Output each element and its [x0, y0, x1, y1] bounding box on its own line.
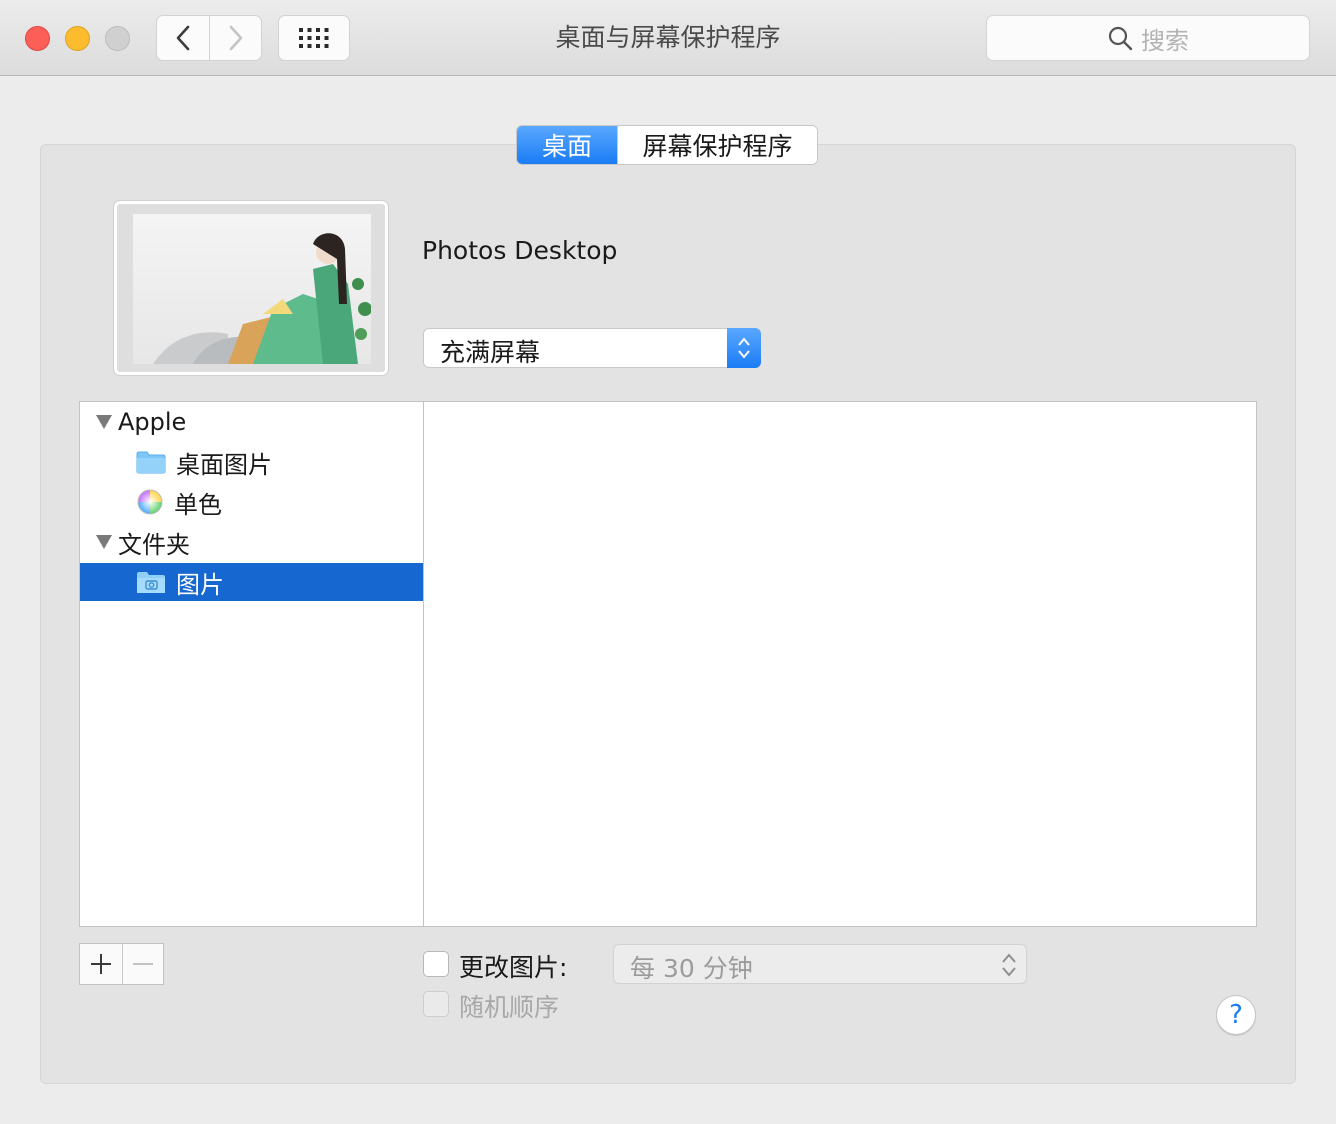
source-list: Apple 桌面图片 单色 文件夹 图片: [79, 401, 424, 927]
search-field[interactable]: 搜索: [986, 15, 1310, 61]
sidebar-group-apple[interactable]: Apple: [80, 403, 423, 441]
disclosure-triangle-icon[interactable]: [96, 535, 112, 549]
picture-name: Photos Desktop: [422, 236, 618, 265]
show-all-button[interactable]: [278, 15, 350, 61]
sidebar-item-label: 桌面图片: [176, 450, 272, 479]
plus-icon: [90, 954, 111, 974]
sidebar-item-label: 单色: [174, 490, 222, 519]
tab-screensaver[interactable]: 屏幕保护程序: [617, 126, 817, 164]
grid-icon: [299, 28, 329, 48]
interval-value: 每 30 分钟: [630, 954, 753, 983]
photos-folder-icon: [136, 570, 166, 594]
fit-mode-value: 充满屏幕: [440, 338, 541, 367]
color-wheel-icon: [136, 488, 164, 516]
forward-button[interactable]: [210, 15, 262, 61]
add-folder-button[interactable]: [80, 944, 122, 984]
interval-popup[interactable]: 每 30 分钟: [613, 944, 1027, 984]
magnifier-icon: [1108, 26, 1133, 51]
sidebar-item-pictures[interactable]: 图片: [80, 563, 423, 601]
chevron-left-icon: [176, 25, 190, 51]
sidebar-item-desktop-pictures[interactable]: 桌面图片: [80, 443, 423, 481]
search-placeholder: 搜索: [1141, 26, 1189, 55]
popup-arrows-icon: [1002, 953, 1016, 977]
folder-icon: [136, 450, 166, 474]
sidebar-item-label: 图片: [176, 570, 224, 599]
close-button[interactable]: [25, 26, 50, 51]
popup-arrows-icon: [727, 328, 761, 368]
window-title: 桌面与屏幕保护程序: [555, 23, 781, 52]
disclosure-triangle-icon[interactable]: [96, 415, 112, 429]
help-button[interactable]: ?: [1216, 995, 1256, 1035]
change-picture-label: 更改图片:: [459, 953, 568, 982]
tab-bar: 桌面 屏幕保护程序: [516, 125, 818, 165]
add-remove-control: [79, 943, 164, 985]
back-button[interactable]: [156, 15, 210, 61]
minimize-button[interactable]: [65, 26, 90, 51]
current-desktop-preview: [114, 201, 388, 375]
picture-grid[interactable]: [423, 401, 1257, 927]
sidebar-item-solid-colors[interactable]: 单色: [80, 483, 423, 521]
random-order-label: 随机顺序: [459, 993, 560, 1022]
sidebar-group-label: Apple: [118, 408, 187, 436]
tab-desktop[interactable]: 桌面: [517, 126, 617, 164]
sidebar-group-folders[interactable]: 文件夹: [80, 523, 423, 561]
zoom-button[interactable]: [105, 26, 130, 51]
remove-folder-button[interactable]: [121, 944, 164, 984]
change-picture-checkbox[interactable]: [423, 951, 449, 977]
desktop-thumbnail-image: [133, 214, 371, 364]
random-order-checkbox[interactable]: [423, 991, 449, 1017]
sidebar-group-label: 文件夹: [118, 530, 190, 559]
chevron-right-icon: [229, 25, 242, 51]
fit-mode-popup[interactable]: 充满屏幕: [423, 328, 761, 368]
title-bar: 桌面与屏幕保护程序 搜索: [0, 0, 1336, 76]
minus-icon: [132, 963, 153, 965]
